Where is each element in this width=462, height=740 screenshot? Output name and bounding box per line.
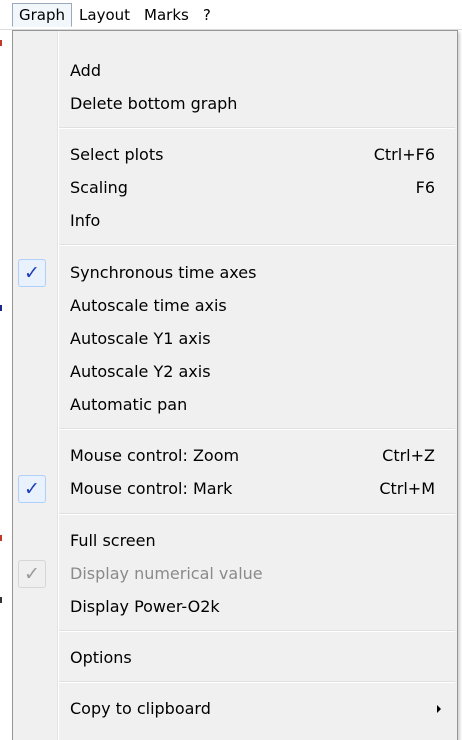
menu-item-display-power-o2k[interactable]: Display Power-O2k bbox=[15, 591, 455, 623]
menu-item-info[interactable]: Info bbox=[15, 205, 455, 237]
menu-item-label: Autoscale Y2 axis bbox=[70, 362, 211, 381]
menu-item-label: Info bbox=[70, 211, 101, 230]
menu-item-label: Scaling bbox=[70, 178, 128, 197]
menu-item-label: Mouse control: Zoom bbox=[70, 446, 240, 465]
menu-item-label: Mouse control: Mark bbox=[70, 479, 233, 498]
background-mark bbox=[0, 40, 2, 46]
background-mark bbox=[0, 535, 2, 541]
menu-item-options[interactable]: Options bbox=[15, 642, 455, 674]
checkmark-icon: ✓ bbox=[18, 259, 46, 287]
menu-item-autoscale-time-axis[interactable]: Autoscale time axis bbox=[15, 290, 455, 322]
menu-separator bbox=[59, 428, 455, 430]
submenu-arrow-icon bbox=[437, 705, 441, 713]
menu-item-mouse-control-zoom[interactable]: Mouse control: Zoom Ctrl+Z bbox=[15, 440, 455, 472]
menu-separator bbox=[59, 630, 455, 632]
menu-help[interactable]: ? bbox=[196, 3, 218, 27]
graph-dropdown-menu: Add Delete bottom graph Select plots Ctr… bbox=[12, 30, 458, 740]
menu-item-autoscale-y2-axis[interactable]: Autoscale Y2 axis bbox=[15, 356, 455, 388]
menu-item-add[interactable]: Add bbox=[15, 55, 455, 87]
menu-item-label: Autoscale time axis bbox=[70, 296, 227, 315]
background-mark bbox=[0, 597, 2, 603]
menu-item-shortcut: F6 bbox=[415, 178, 435, 197]
menu-item-shortcut: Ctrl+F6 bbox=[373, 145, 435, 164]
menu-item-label: Add bbox=[70, 61, 101, 80]
menu-item-label: Copy to clipboard bbox=[70, 699, 211, 718]
menu-item-full-screen[interactable]: Full screen bbox=[15, 525, 455, 557]
menu-item-label: Autoscale Y1 axis bbox=[70, 329, 211, 348]
menu-item-autoscale-y1-axis[interactable]: Autoscale Y1 axis bbox=[15, 323, 455, 355]
menu-item-synchronous-time-axes[interactable]: ✓ Synchronous time axes bbox=[15, 257, 455, 289]
menu-item-scaling[interactable]: Scaling F6 bbox=[15, 172, 455, 204]
menu-bar: Graph Layout Marks ? bbox=[0, 0, 462, 30]
menu-marks[interactable]: Marks bbox=[137, 3, 196, 27]
menu-separator bbox=[59, 127, 455, 129]
menu-item-shortcut: Ctrl+Z bbox=[382, 446, 435, 465]
screen: Graph Layout Marks ? Add Delete bottom g… bbox=[0, 0, 462, 740]
menu-item-label: Synchronous time axes bbox=[70, 263, 257, 282]
checkmark-icon: ✓ bbox=[18, 560, 46, 588]
menu-separator bbox=[59, 513, 455, 515]
menu-layout[interactable]: Layout bbox=[72, 3, 137, 27]
menu-item-label: Delete bottom graph bbox=[70, 94, 238, 113]
menu-item-delete-bottom-graph[interactable]: Delete bottom graph bbox=[15, 88, 455, 120]
menu-separator bbox=[59, 681, 455, 683]
checkmark-icon: ✓ bbox=[18, 475, 46, 503]
menu-item-label: Automatic pan bbox=[70, 395, 188, 414]
menu-item-label: Display numerical value bbox=[70, 564, 263, 583]
menu-item-label: Select plots bbox=[70, 145, 164, 164]
background-mark bbox=[0, 305, 2, 311]
menu-item-select-plots[interactable]: Select plots Ctrl+F6 bbox=[15, 139, 455, 171]
menu-item-shortcut: Ctrl+M bbox=[379, 479, 435, 498]
menu-item-display-numerical-value: ✓ Display numerical value bbox=[15, 558, 455, 590]
menu-item-copy-to-clipboard[interactable]: Copy to clipboard bbox=[15, 693, 455, 725]
menu-item-label: Full screen bbox=[70, 531, 156, 550]
menu-graph[interactable]: Graph bbox=[12, 2, 73, 27]
menu-item-automatic-pan[interactable]: Automatic pan bbox=[15, 389, 455, 421]
menu-item-label: Display Power-O2k bbox=[70, 597, 220, 616]
menu-item-mouse-control-mark[interactable]: ✓ Mouse control: Mark Ctrl+M bbox=[15, 473, 455, 505]
menu-item-label: Options bbox=[70, 648, 132, 667]
menu-separator bbox=[59, 244, 455, 246]
